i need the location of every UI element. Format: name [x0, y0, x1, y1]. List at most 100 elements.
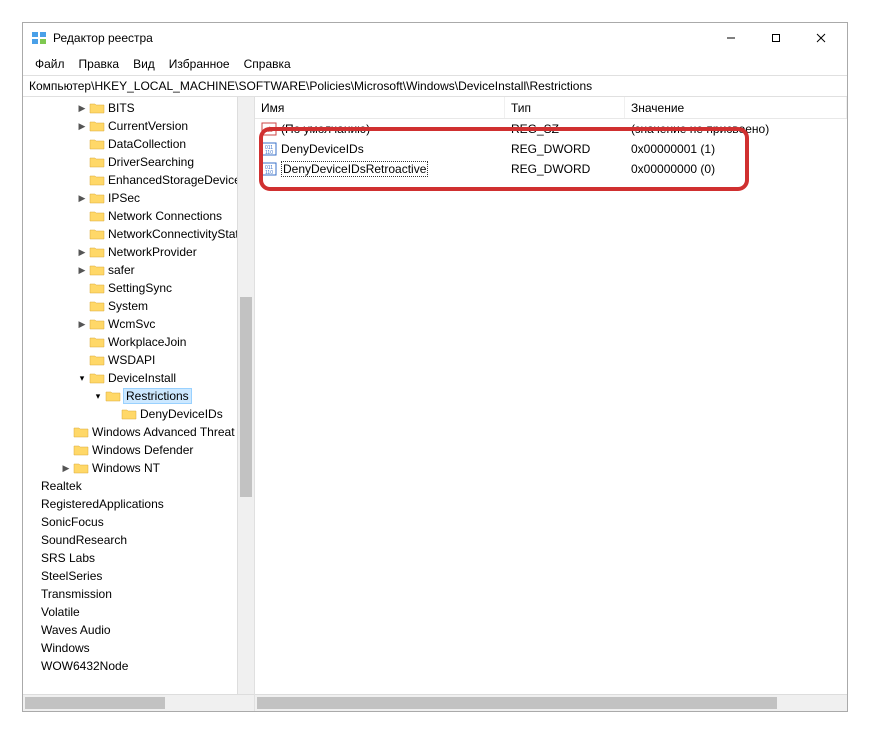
collapse-icon[interactable]: ▾ [91, 391, 105, 402]
tree-item[interactable]: WorkplaceJoin [23, 333, 254, 351]
tree-item[interactable]: ▶Windows NT [23, 459, 254, 477]
tree-vertical-scrollbar[interactable] [237, 97, 254, 694]
value-row[interactable]: ab(По умолчанию)REG_SZ(значение не присв… [255, 119, 847, 139]
tree-item[interactable]: ▶safer [23, 261, 254, 279]
tree-item[interactable]: SRS Labs [23, 549, 254, 567]
menu-favorites[interactable]: Избранное [163, 55, 236, 73]
expand-icon[interactable]: ▶ [75, 265, 89, 276]
tree-pane: ▶BITS▶CurrentVersionDataCollectionDriver… [23, 97, 255, 711]
tree-item[interactable]: ▶ NetworkProvider [23, 243, 254, 261]
tree-item-label: IPSec [108, 191, 140, 205]
tree-item[interactable]: RegisteredApplications [23, 495, 254, 513]
menubar: Файл Правка Вид Избранное Справка [23, 53, 847, 75]
tree-item[interactable]: DenyDeviceIDs [23, 405, 254, 423]
menu-help[interactable]: Справка [238, 55, 297, 73]
close-button[interactable] [798, 24, 843, 52]
tree-item-label: WOW6432Node [41, 659, 128, 673]
tree-item[interactable]: ▶WcmSvc [23, 315, 254, 333]
registry-editor-window: Редактор реестра Файл Правка Вид Избранн… [22, 22, 848, 712]
tree-item[interactable]: SteelSeries [23, 567, 254, 585]
tree-item-label: DeviceInstall [108, 371, 176, 385]
menu-file[interactable]: Файл [29, 55, 71, 73]
tree-item[interactable]: SettingSync [23, 279, 254, 297]
tree-item[interactable]: System [23, 297, 254, 315]
tree-item[interactable]: SoundResearch [23, 531, 254, 549]
tree-item-label: Windows Defender [92, 443, 193, 457]
folder-icon [89, 137, 105, 151]
tree-item-label: RegisteredApplications [41, 497, 164, 511]
tree-item[interactable]: Realtek [23, 477, 254, 495]
column-header-type[interactable]: Тип [505, 97, 625, 118]
folder-icon [89, 119, 105, 133]
folder-icon [89, 155, 105, 169]
tree-item[interactable]: NetworkConnectivityStatusIndicator [23, 225, 254, 243]
tree-item[interactable]: ▾ DeviceInstall [23, 369, 254, 387]
value-row[interactable]: 011110DenyDeviceIDsRetroactive REG_DWORD0… [255, 159, 847, 179]
string-value-icon: ab [261, 121, 277, 137]
tree-item-label: NetworkProvider [108, 245, 197, 259]
folder-icon [89, 317, 105, 331]
folder-icon [89, 245, 105, 259]
folder-icon [105, 389, 121, 403]
column-header-name[interactable]: Имя [255, 97, 505, 118]
tree-item[interactable]: DriverSearching [23, 153, 254, 171]
tree-item[interactable]: Transmission [23, 585, 254, 603]
tree-item[interactable]: ▶BITS [23, 99, 254, 117]
tree-item[interactable]: WOW6432Node [23, 657, 254, 675]
tree-horizontal-scrollbar[interactable] [23, 694, 254, 711]
value-row[interactable]: 011110DenyDeviceIDsREG_DWORD0x00000001 (… [255, 139, 847, 159]
expand-icon[interactable]: ▶ [75, 247, 89, 258]
tree-item[interactable]: WSDAPI [23, 351, 254, 369]
value-name: DenyDeviceIDs [281, 142, 364, 156]
tree-item[interactable]: ▶ IPSec [23, 189, 254, 207]
list-horizontal-scrollbar[interactable] [255, 694, 847, 711]
tree-item[interactable]: Windows Defender [23, 441, 254, 459]
tree-item-label: EnhancedStorageDevices [108, 173, 247, 187]
folder-icon [89, 299, 105, 313]
tree-item[interactable]: DataCollection [23, 135, 254, 153]
tree-item-label: Network Connections [108, 209, 222, 223]
dword-value-icon: 011110 [261, 161, 277, 177]
tree-item[interactable]: ▾ Restrictions [23, 387, 254, 405]
folder-icon [89, 191, 105, 205]
tree-item[interactable]: Windows [23, 639, 254, 657]
expand-icon[interactable]: ▶ [75, 319, 89, 330]
svg-text:110: 110 [265, 150, 273, 156]
tree-item-label: CurrentVersion [108, 119, 188, 133]
tree-item[interactable]: Waves Audio [23, 621, 254, 639]
tree-item[interactable]: ▶ CurrentVersion [23, 117, 254, 135]
address-bar[interactable]: Компьютер\HKEY_LOCAL_MACHINE\SOFTWARE\Po… [23, 75, 847, 97]
titlebar[interactable]: Редактор реестра [23, 23, 847, 53]
tree-item[interactable]: Volatile [23, 603, 254, 621]
tree-item-label: Waves Audio [41, 623, 111, 637]
tree-item-label: Windows Advanced Threat Protection [92, 425, 254, 439]
value-type: REG_DWORD [505, 162, 625, 176]
expand-icon[interactable]: ▶ [75, 121, 89, 132]
folder-icon [89, 281, 105, 295]
folder-icon [89, 371, 105, 385]
tree-item-label: WSDAPI [108, 353, 155, 367]
value-data: 0x00000000 (0) [625, 162, 847, 176]
tree-item[interactable]: Network Connections [23, 207, 254, 225]
folder-icon [89, 101, 105, 115]
tree-item-label: SteelSeries [41, 569, 102, 583]
expand-icon[interactable]: ▶ [75, 103, 89, 114]
values-pane: Имя Тип Значение ab(По умолчанию)REG_SZ(… [255, 97, 847, 711]
tree-item-label: Restrictions [124, 389, 191, 403]
tree-item[interactable]: Windows Advanced Threat Protection [23, 423, 254, 441]
tree-item-label: Realtek [41, 479, 82, 493]
expand-icon[interactable]: ▶ [59, 463, 73, 474]
collapse-icon[interactable]: ▾ [75, 373, 89, 384]
expand-icon[interactable]: ▶ [75, 193, 89, 204]
tree-item-label: DriverSearching [108, 155, 194, 169]
maximize-button[interactable] [753, 24, 798, 52]
minimize-button[interactable] [708, 24, 753, 52]
column-header-value[interactable]: Значение [625, 97, 847, 118]
menu-edit[interactable]: Правка [73, 55, 126, 73]
tree-item[interactable]: SonicFocus [23, 513, 254, 531]
menu-view[interactable]: Вид [127, 55, 161, 73]
tree-item[interactable]: EnhancedStorageDevices [23, 171, 254, 189]
folder-icon [73, 443, 89, 457]
value-name[interactable]: DenyDeviceIDsRetroactive [281, 161, 428, 177]
tree-item-label: Windows [41, 641, 90, 655]
